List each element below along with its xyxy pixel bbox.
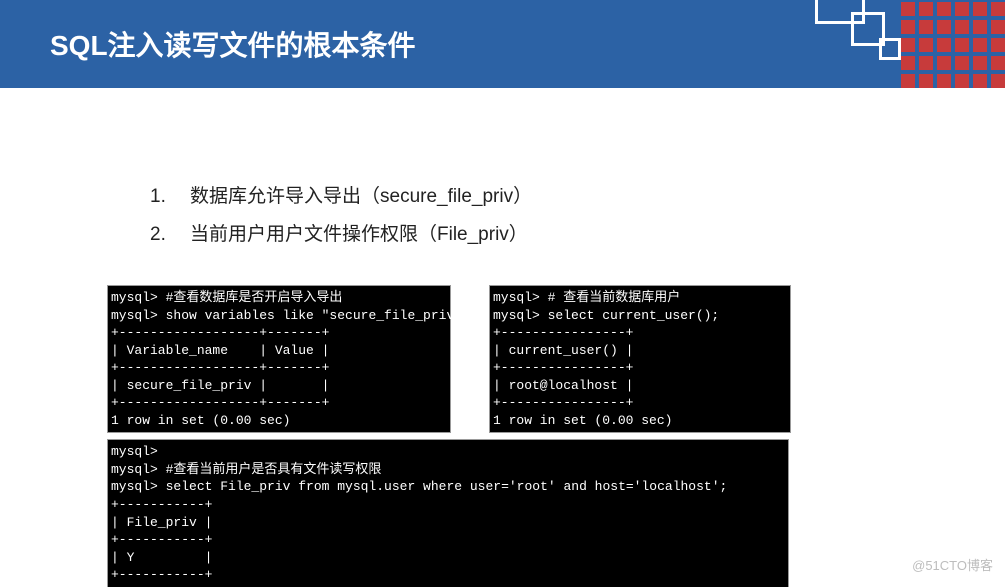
watermark: @51CTO博客	[912, 555, 993, 574]
terminal-current-user: mysql> # 查看当前数据库用户 mysql> select current…	[490, 286, 790, 432]
terminal-file-priv: mysql> mysql> #查看当前用户是否具有文件读写权限 mysql> s…	[108, 440, 788, 586]
list-text: 数据库允许导入导出（secure_file_priv）	[190, 178, 532, 216]
list-number: 2.	[150, 216, 190, 254]
terminal-group: mysql> #查看数据库是否开启导入导出 mysql> show variab…	[108, 286, 955, 587]
slide-title: SQL注入读写文件的根本条件	[50, 24, 416, 64]
list-item: 2. 当前用户用户文件操作权限（File_priv）	[150, 216, 1005, 254]
list-text: 当前用户用户文件操作权限（File_priv）	[190, 216, 528, 254]
list-number: 1.	[150, 178, 190, 216]
slide-header: SQL注入读写文件的根本条件	[0, 0, 1005, 88]
square-outline-icon	[879, 38, 901, 60]
terminal-secure-file-priv: mysql> #查看数据库是否开启导入导出 mysql> show variab…	[108, 286, 450, 432]
red-grid-icon	[901, 2, 1005, 88]
header-decoration	[755, 0, 1005, 88]
list-item: 1. 数据库允许导入导出（secure_file_priv）	[150, 178, 1005, 216]
bullet-list: 1. 数据库允许导入导出（secure_file_priv） 2. 当前用户用户…	[0, 88, 1005, 254]
